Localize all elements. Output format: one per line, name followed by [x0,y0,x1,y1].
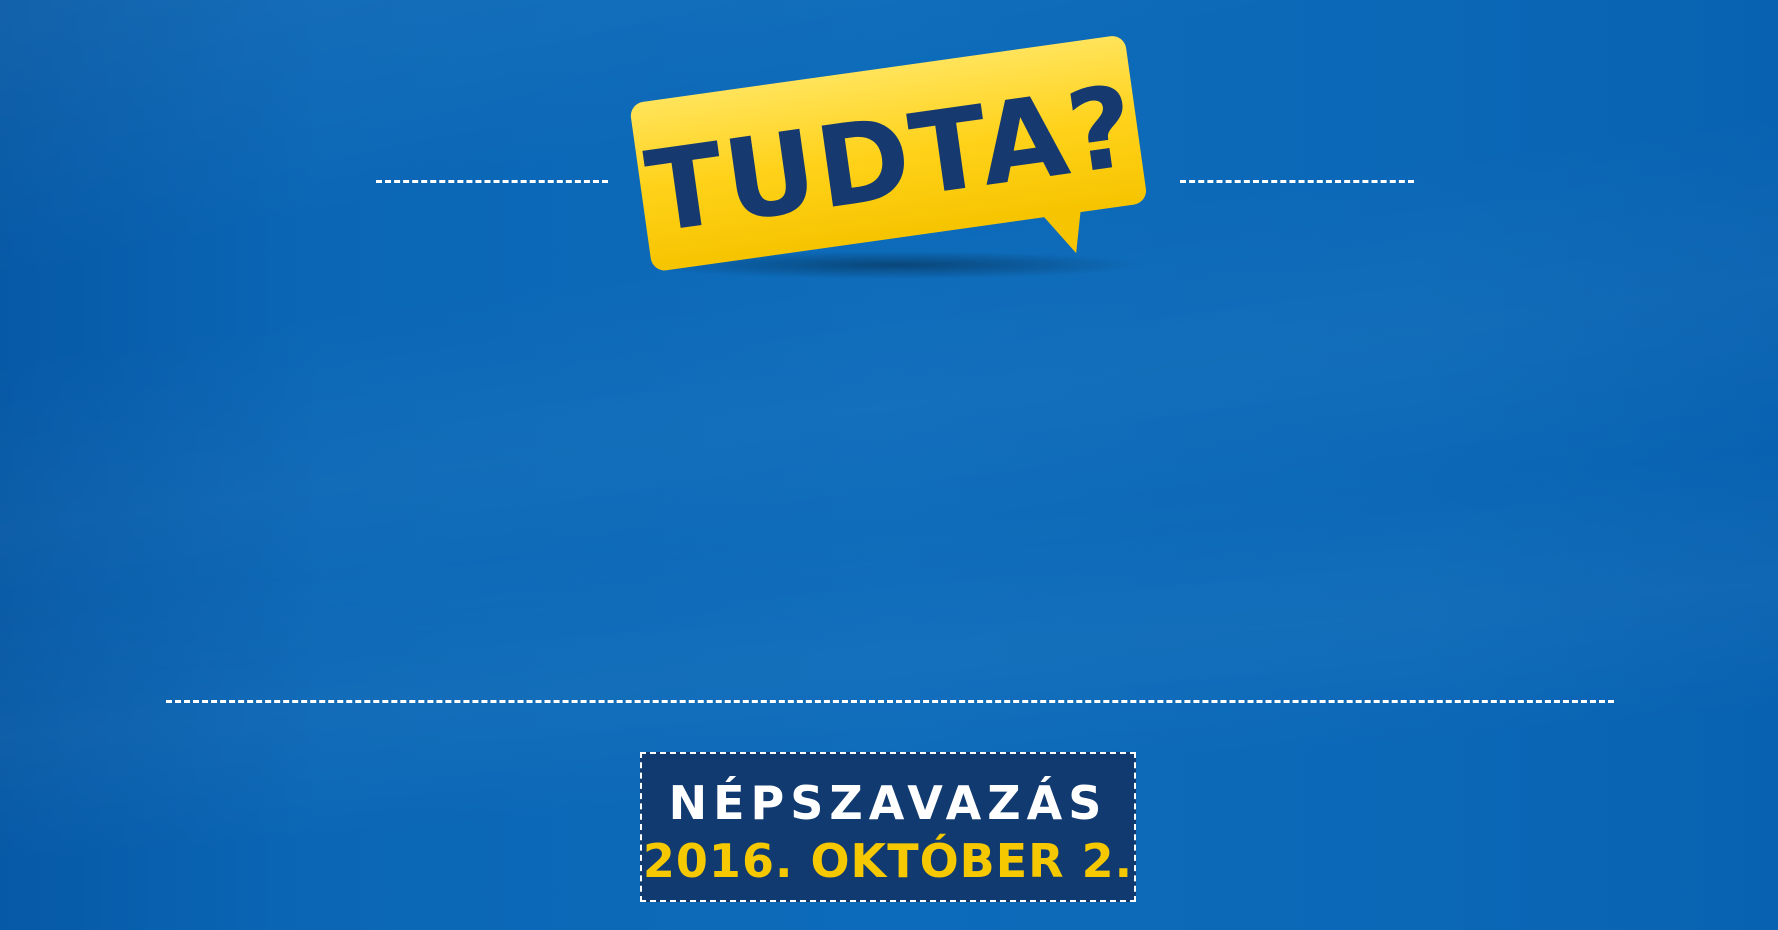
speech-bubble-graphic: TUDTA? [630,36,1147,279]
referendum-date: 2016. OKTÓBER 2. [642,834,1134,888]
bubble-tail [1037,203,1082,254]
referendum-title: NÉPSZAVAZÁS [668,776,1108,830]
speech-bubble: TUDTA? [620,20,1160,290]
referendum-badge: NÉPSZAVAZÁS 2016. OKTÓBER 2. [640,752,1136,902]
dashed-divider-bottom [166,700,1614,703]
dashed-divider-top-right [1180,180,1414,183]
dashed-divider-top-left [376,180,608,183]
